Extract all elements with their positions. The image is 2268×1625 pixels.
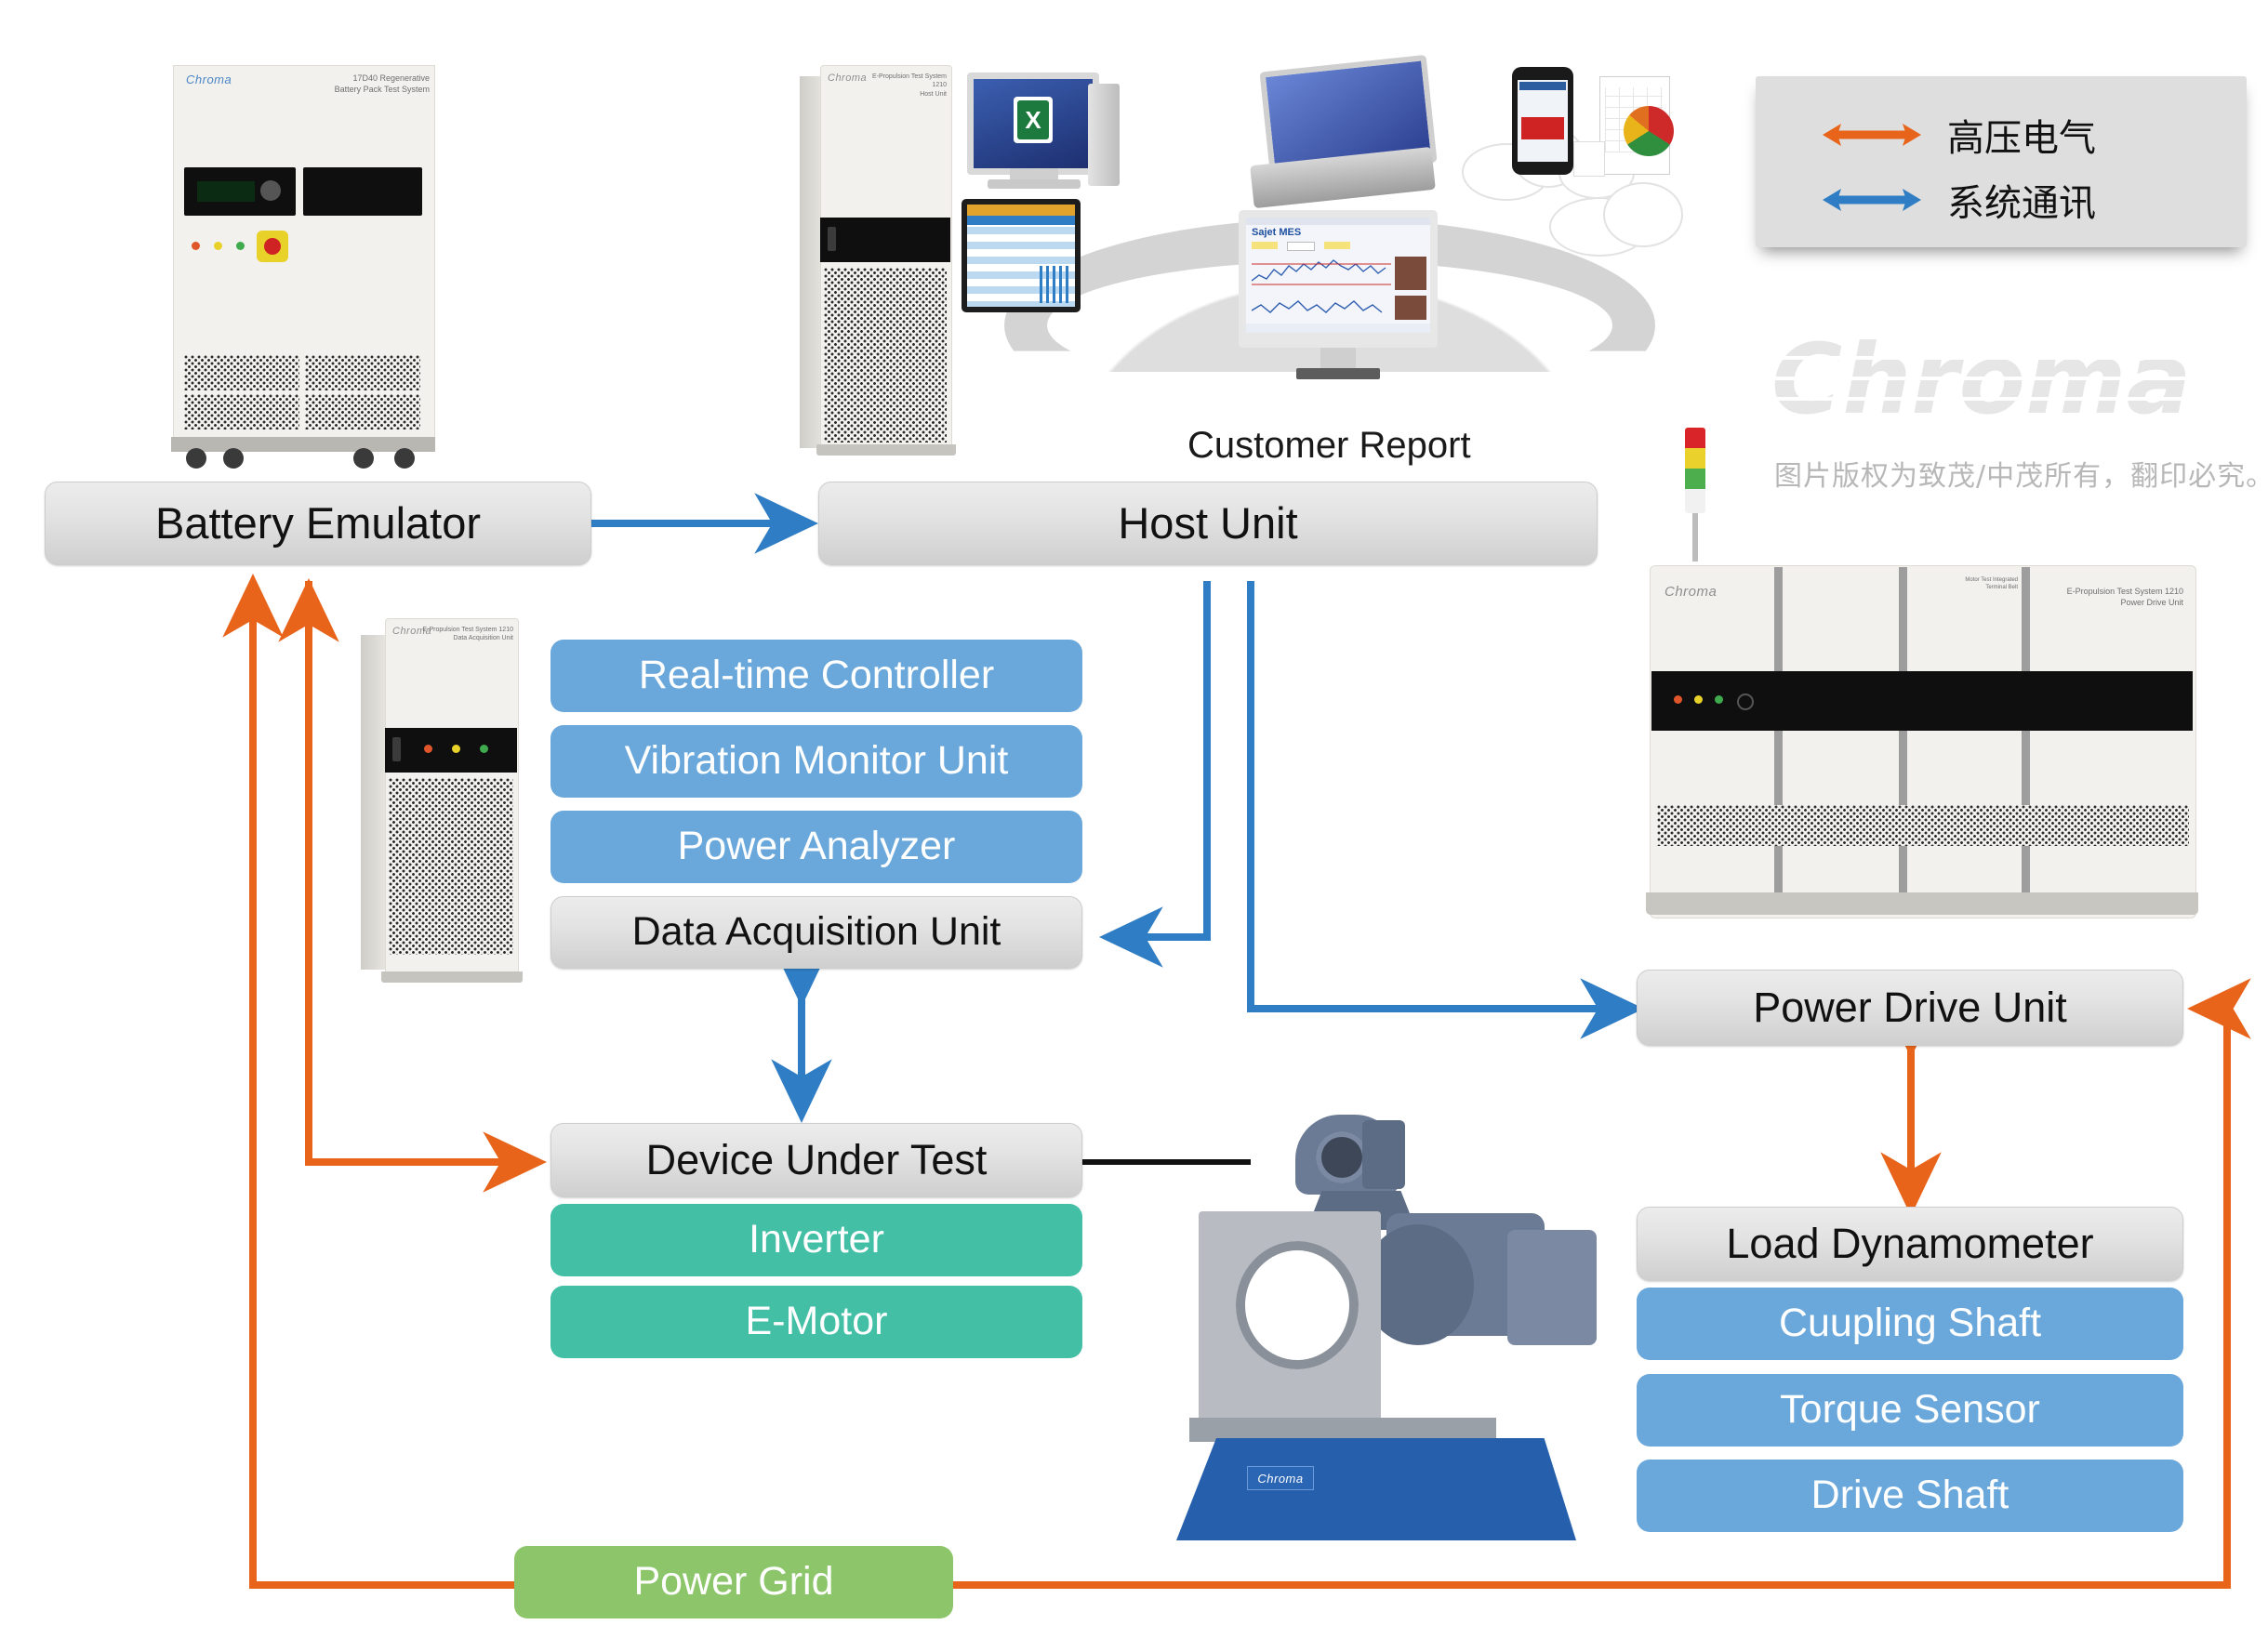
comm-double-arrow-icon	[1823, 189, 1921, 211]
node-real-time-controller-label: Real-time Controller	[638, 653, 995, 698]
power-drive-unit-photo: Chroma Motor Test Integrated Terminal Be…	[1637, 428, 2213, 930]
legend-panel: 高压电气 系统通讯	[1756, 76, 2247, 247]
node-device-under-test-label: Device Under Test	[645, 1136, 988, 1184]
pdu-cabinet-model-mid-label: Motor Test Integrated Terminal Belt	[1965, 577, 2018, 591]
node-torque-sensor[interactable]: Torque Sensor	[1637, 1374, 2183, 1447]
node-load-dynamometer-label: Load Dynamometer	[1726, 1220, 2094, 1268]
pdu-cabinet-brand-label: Chroma	[1665, 584, 1718, 600]
arrow-host-daq	[1098, 581, 1211, 968]
node-device-under-test[interactable]: Device Under Test	[550, 1123, 1082, 1197]
monitor-app-title: Sajet MES	[1252, 227, 1302, 238]
node-drive-shaft-label: Drive Shaft	[1810, 1473, 2009, 1518]
node-power-analyzer-label: Power Analyzer	[677, 824, 956, 869]
node-drive-shaft[interactable]: Drive Shaft	[1637, 1460, 2183, 1532]
chroma-copyright-text: 图片版权为致茂/中茂所有，翻印必究。	[1774, 460, 2268, 493]
legend-item-comm-label: 系统通讯	[1947, 182, 2096, 225]
node-inverter[interactable]: Inverter	[550, 1204, 1082, 1276]
node-coupling-shaft-label: Cuupling Shaft	[1778, 1301, 2042, 1346]
node-data-acquisition-unit-label: Data Acquisition Unit	[631, 909, 1001, 955]
svg-text:Chroma: Chroma	[1771, 327, 2192, 436]
node-power-grid[interactable]: Power Grid	[514, 1546, 953, 1618]
hv-double-arrow-icon	[1823, 124, 1921, 146]
dyno-brand-plate: Chroma	[1247, 1466, 1314, 1490]
diagram-canvas: Chroma 17D40 Regenerative Battery Pack T…	[0, 0, 2268, 1625]
load-dynamometer-photo: Chroma	[1167, 1111, 1613, 1548]
battery-cabinet-model-label: 17D40 Regenerative Battery Pack Test Sys…	[334, 73, 430, 95]
battery-cabinet-brand-label: Chroma	[186, 73, 232, 86]
node-host-unit-label: Host Unit	[1118, 498, 1298, 548]
node-data-acquisition-unit[interactable]: Data Acquisition Unit	[550, 896, 1082, 969]
node-real-time-controller[interactable]: Real-time Controller	[550, 640, 1082, 712]
node-vibration-monitor-unit-label: Vibration Monitor Unit	[624, 738, 1009, 784]
legend-item-comm: 系统通讯	[1821, 173, 2096, 227]
node-power-grid-label: Power Grid	[633, 1559, 834, 1605]
pdu-cabinet-model-label: E-Propulsion Test System 1210 Power Driv…	[2066, 587, 2183, 608]
node-host-unit[interactable]: Host Unit	[818, 482, 1598, 565]
node-torque-sensor-label: Torque Sensor	[1780, 1387, 2040, 1433]
customer-report-caption: Customer Report	[1187, 425, 1471, 466]
data-acquisition-photo: Chroma E-Propulsion Test System 1210 Dat…	[361, 609, 547, 990]
arrow-host-pdu	[1247, 581, 1645, 1039]
legend-item-hv: 高压电气	[1821, 108, 2096, 162]
node-vibration-monitor-unit[interactable]: Vibration Monitor Unit	[550, 725, 1082, 798]
node-battery-emulator[interactable]: Battery Emulator	[45, 482, 591, 565]
node-e-motor-label: E-Motor	[745, 1299, 888, 1344]
legend-item-hv-label: 高压电气	[1947, 117, 2096, 160]
daq-cabinet-model-label: E-Propulsion Test System 1210 Data Acqui…	[422, 627, 513, 642]
node-coupling-shaft[interactable]: Cuupling Shaft	[1637, 1288, 2183, 1360]
host-unit-photo: Chroma E-Propulsion Test System 1210 Hos…	[800, 48, 967, 465]
chroma-watermark: Chroma	[1771, 323, 2208, 437]
host-cabinet-model-label: E-Propulsion Test System 1210 Host Unit	[871, 73, 947, 98]
node-power-analyzer[interactable]: Power Analyzer	[550, 811, 1082, 883]
node-inverter-label: Inverter	[749, 1217, 884, 1262]
node-battery-emulator-label: Battery Emulator	[154, 498, 482, 548]
customer-report-cluster: X Sajet MES	[962, 54, 1692, 428]
node-power-drive-unit[interactable]: Power Drive Unit	[1637, 970, 2183, 1046]
node-e-motor[interactable]: E-Motor	[550, 1286, 1082, 1358]
battery-emulator-photo: Chroma 17D40 Regenerative Battery Pack T…	[164, 48, 443, 469]
node-power-drive-unit-label: Power Drive Unit	[1753, 984, 2067, 1032]
node-load-dynamometer[interactable]: Load Dynamometer	[1637, 1207, 2183, 1281]
sajet-mes-monitor: Sajet MES	[1239, 210, 1438, 379]
